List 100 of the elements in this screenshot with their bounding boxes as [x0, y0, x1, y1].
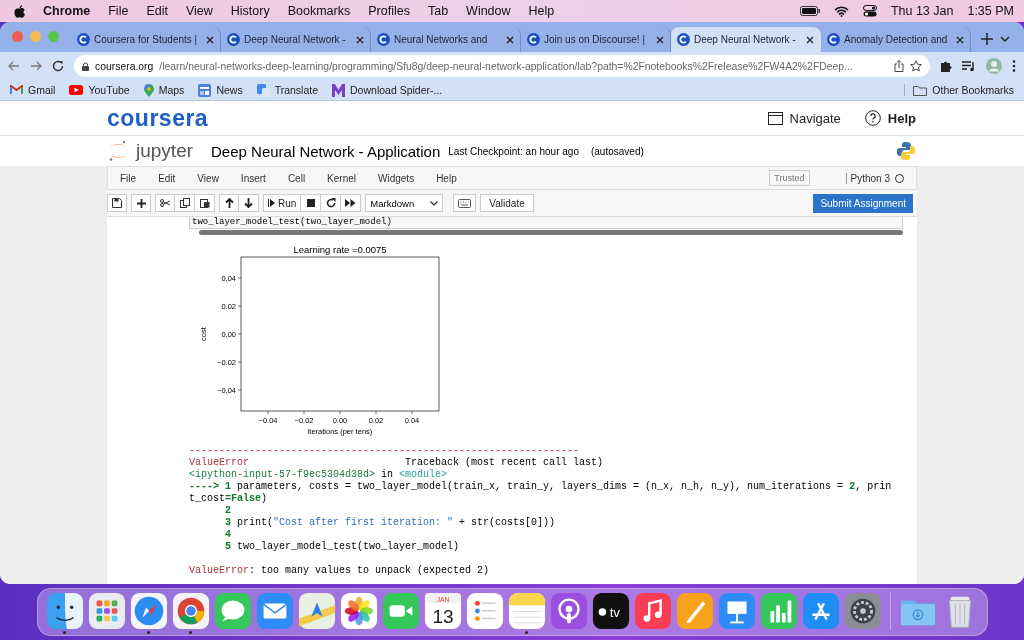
move-up-button[interactable] [219, 194, 239, 212]
bar-chart-icon[interactable] [759, 592, 798, 630]
notebook-menu-item[interactable]: File [120, 172, 137, 184]
lock-icon [82, 61, 89, 71]
speech-bubble-icon[interactable] [213, 592, 252, 630]
pen-icon[interactable] [675, 592, 714, 630]
bookmark-link[interactable]: Translate [274, 84, 319, 96]
jupyter-logo[interactable]: jupyter [136, 140, 194, 162]
favicon-icon [77, 33, 90, 46]
share-icon[interactable] [894, 60, 904, 72]
notebook-menu-item[interactable]: View [197, 172, 219, 184]
notebook-menu-item[interactable]: Cell [287, 172, 306, 184]
notebook-menu-item[interactable]: Kernel [327, 172, 356, 184]
fast-forward-button[interactable] [341, 194, 362, 212]
insert-cell-button[interactable] [131, 194, 151, 212]
checklist-icon[interactable] [465, 592, 504, 630]
restart-button[interactable] [321, 194, 342, 212]
apple-logo-icon[interactable] [14, 4, 25, 18]
podcast-icon[interactable] [549, 592, 588, 630]
bookmark-folder[interactable]: Other Bookmarks [932, 84, 1014, 96]
new-tab-icon[interactable] [981, 33, 993, 45]
wifi-icon[interactable] [833, 5, 849, 17]
bookmark-link[interactable]: News [216, 84, 243, 96]
tv-app-icon[interactable]: tv [591, 592, 630, 630]
menu-item[interactable]: Edit [146, 4, 168, 18]
reload-icon[interactable] [52, 60, 64, 72]
code-input[interactable]: two_layer_model_test(two_layer_model) [189, 217, 903, 229]
app-menu[interactable]: Chrome [43, 4, 91, 18]
star-icon[interactable] [910, 60, 922, 72]
chrome-icon[interactable] [171, 592, 210, 630]
submit-assignment-button[interactable]: Submit Assignment [813, 193, 913, 213]
media-queue-icon[interactable] [962, 60, 976, 72]
site-logo[interactable]: coursera [107, 104, 209, 132]
envelope-icon[interactable] [255, 592, 294, 630]
bookmark-link[interactable]: Maps [158, 84, 185, 96]
close-icon[interactable] [356, 35, 364, 44]
close-icon[interactable] [206, 35, 214, 44]
music-note-icon[interactable] [633, 592, 672, 630]
menu-item[interactable]: Bookmarks [287, 4, 351, 18]
notebook-menu-item[interactable]: Widgets [378, 172, 415, 184]
traceback-line: 2 [224, 505, 232, 517]
keyboard-button[interactable] [453, 194, 477, 212]
gear-icon[interactable] [843, 592, 882, 630]
stop-button[interactable] [301, 194, 322, 212]
close-icon[interactable] [506, 35, 514, 44]
toggle-icon[interactable] [862, 5, 877, 17]
app-store-icon[interactable] [801, 592, 840, 630]
close-icon[interactable] [956, 35, 964, 44]
close-icon[interactable] [806, 35, 814, 44]
finder-face-icon[interactable] [45, 592, 84, 630]
compass-icon[interactable] [129, 592, 168, 630]
notebook-menu-item[interactable]: Edit [158, 172, 176, 184]
menu-item[interactable]: Help [528, 4, 555, 18]
copy-button[interactable] [175, 194, 195, 212]
bookmark-link[interactable]: YouTube [88, 84, 130, 96]
cell-type-dropdown[interactable]: Markdown [365, 194, 444, 212]
bookmark-link[interactable]: Gmail [28, 84, 56, 96]
presentation-icon[interactable] [717, 592, 756, 630]
help-link[interactable]: Help [887, 110, 916, 126]
favicon-icon [827, 33, 840, 46]
close-icon[interactable] [656, 35, 664, 44]
menu-bar-time[interactable]: 1:35 PM [967, 4, 1014, 18]
menu-item[interactable]: Profiles [368, 4, 410, 18]
video-camera-icon[interactable] [381, 592, 420, 630]
validate-button[interactable]: Validate [480, 194, 534, 212]
menu-item[interactable]: File [108, 4, 129, 18]
bookmark-link[interactable]: Download Spider-... [350, 84, 443, 96]
trusted-indicator[interactable]: Trusted [769, 170, 810, 186]
navigate-link[interactable]: Navigate [789, 110, 841, 126]
back-icon[interactable] [8, 61, 20, 71]
flower-icon[interactable] [339, 592, 378, 630]
notepad-icon[interactable] [507, 592, 546, 630]
address-field[interactable]: coursera.org /learn/neural-networks-deep-learning/programming/Sfu8g/deep-neural-network-application/lab?path=%2Fnotebooks%2Frelease%2FW4A2%2FDeep... [74, 55, 930, 77]
battery-icon[interactable] [799, 6, 820, 16]
menu-item[interactable]: History [230, 4, 270, 18]
forward-icon[interactable] [30, 61, 42, 71]
menu-item[interactable]: Window [466, 4, 511, 18]
notebook-menu-item[interactable]: Insert [240, 172, 266, 184]
favicon-icon [227, 33, 240, 46]
app-grid-icon[interactable] [87, 592, 126, 630]
cut-button[interactable] [155, 194, 175, 212]
notebook-menu-item[interactable]: Help [436, 172, 457, 184]
traceback-line: ----------------------------------------------------------------- [189, 445, 581, 457]
browser-tab[interactable]: Deep Neural Network - [671, 27, 821, 52]
map-icon[interactable] [297, 592, 336, 630]
save-button[interactable] [107, 194, 127, 212]
fast-forward-icon [345, 199, 357, 207]
favicon-icon [377, 33, 390, 46]
notebook-title[interactable]: Deep Neural Network - Application [211, 142, 441, 160]
menu-item[interactable]: Tab [427, 4, 449, 18]
more-menu-icon[interactable] [1012, 60, 1016, 72]
puzzle-piece-icon[interactable] [940, 60, 952, 72]
paste-button[interactable] [195, 194, 215, 212]
menu-item[interactable]: View [185, 4, 213, 18]
horizontal-scrollbar[interactable] [199, 230, 903, 235]
move-down-button[interactable] [239, 194, 259, 212]
caret-icon[interactable] [1000, 36, 1010, 42]
caret-icon [430, 200, 439, 206]
menu-bar-date[interactable]: Thu 13 Jan [890, 4, 954, 18]
run-button[interactable]: Run [263, 194, 302, 212]
